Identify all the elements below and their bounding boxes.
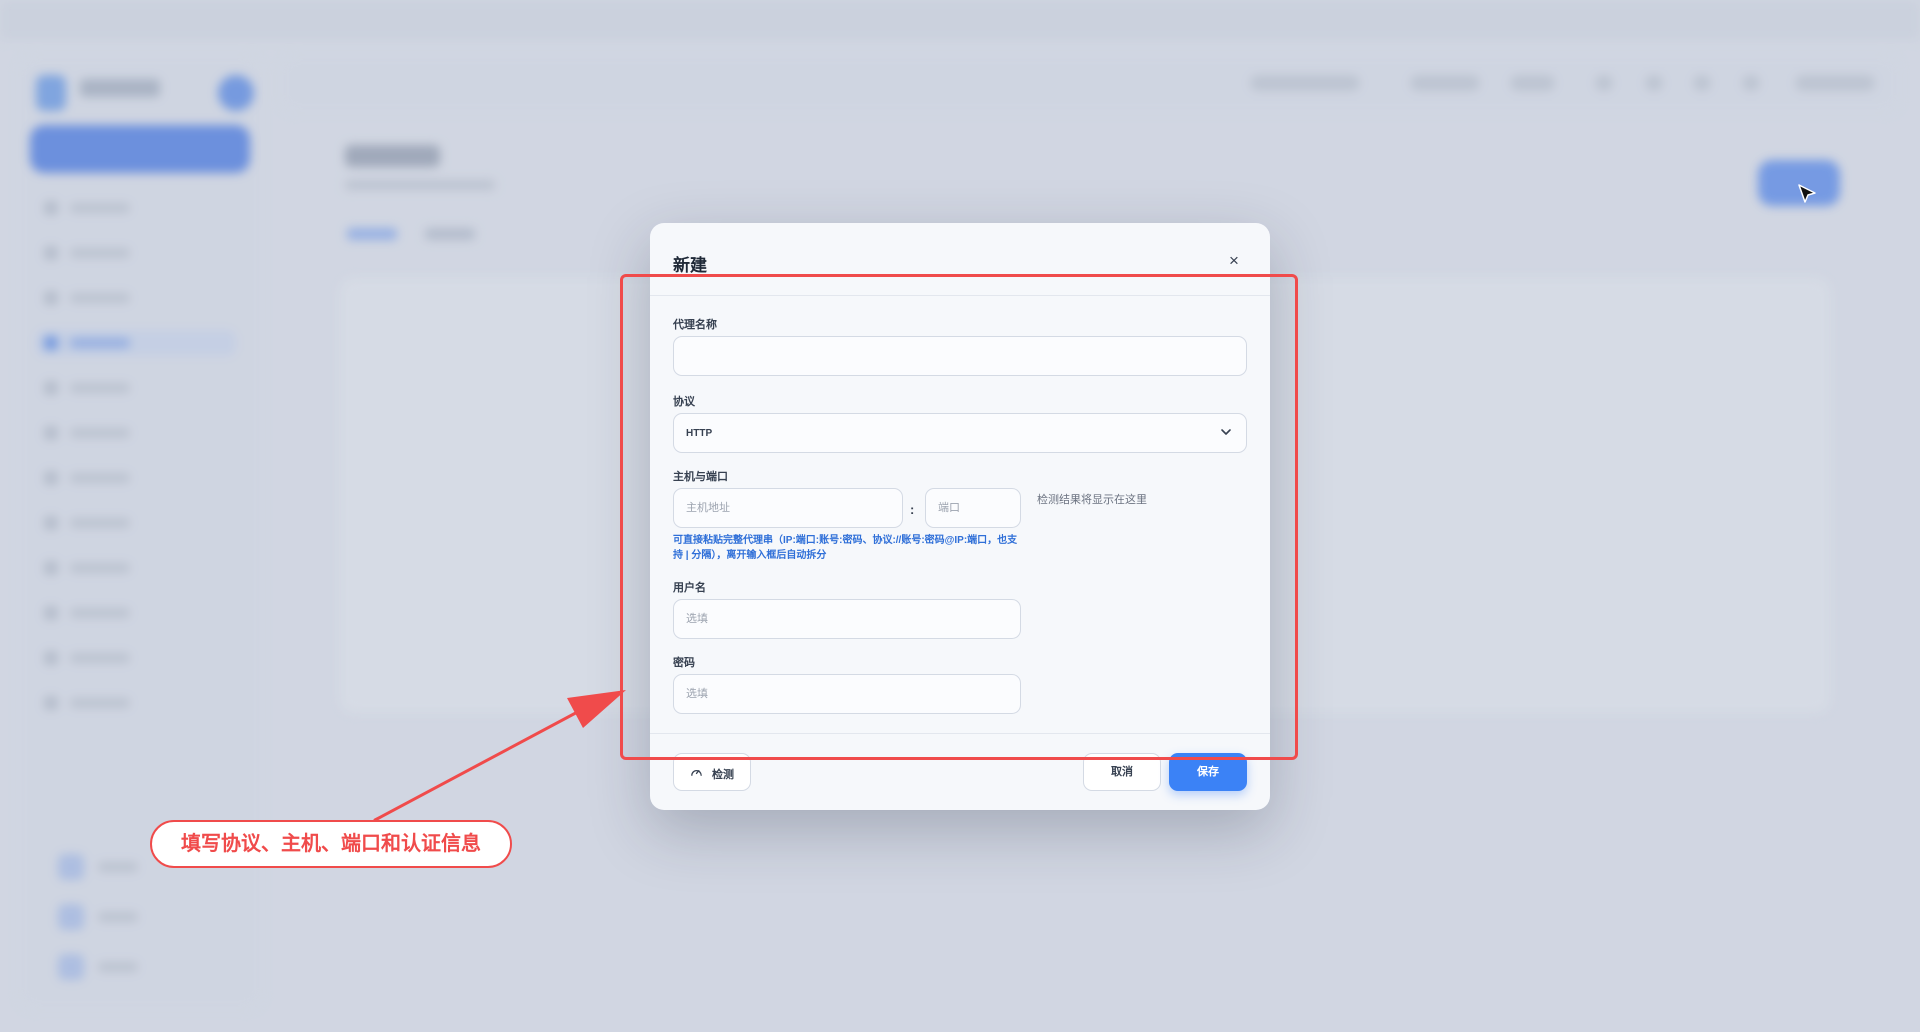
username-label: 用户名 xyxy=(673,582,706,594)
password-input[interactable] xyxy=(673,674,1021,714)
username-input[interactable] xyxy=(673,599,1021,639)
cursor-icon xyxy=(1798,184,1816,203)
footer-divider xyxy=(650,733,1270,734)
annotation-callout: 填写协议、主机、端口和认证信息 xyxy=(150,820,512,868)
dialog-header: 新建 × xyxy=(650,223,1270,296)
dialog-title: 新建 xyxy=(673,256,707,275)
check-button[interactable]: 检测 xyxy=(673,753,751,791)
host-input[interactable] xyxy=(673,488,903,528)
protocol-select[interactable]: HTTP xyxy=(673,413,1247,453)
cancel-button[interactable]: 取消 xyxy=(1083,753,1161,791)
check-result-text: 检测结果将显示在这里 xyxy=(1037,494,1147,506)
protocol-selected-value: HTTP xyxy=(686,428,713,439)
host-port-separator: : xyxy=(910,502,915,517)
proxy-name-input[interactable] xyxy=(673,336,1247,376)
new-proxy-dialog: 新建 × 代理名称 协议 HTTP 主机与端口 : 检测结果将显示在这里 可直接… xyxy=(650,223,1270,810)
gauge-icon xyxy=(691,769,702,776)
close-icon[interactable]: × xyxy=(1222,249,1246,273)
password-label: 密码 xyxy=(673,657,695,669)
arrow-icon xyxy=(373,690,626,822)
chevron-down-icon xyxy=(1221,429,1231,435)
host-port-label: 主机与端口 xyxy=(673,471,728,483)
save-button[interactable]: 保存 xyxy=(1169,753,1247,791)
proxy-name-label: 代理名称 xyxy=(673,319,717,331)
protocol-label: 协议 xyxy=(673,396,695,408)
check-button-label: 检测 xyxy=(712,769,734,781)
paste-hint: 可直接粘贴完整代理串（IP:端口:账号:密码、协议://账号:密码@IP:端口，… xyxy=(673,535,1018,561)
port-input[interactable] xyxy=(925,488,1021,528)
